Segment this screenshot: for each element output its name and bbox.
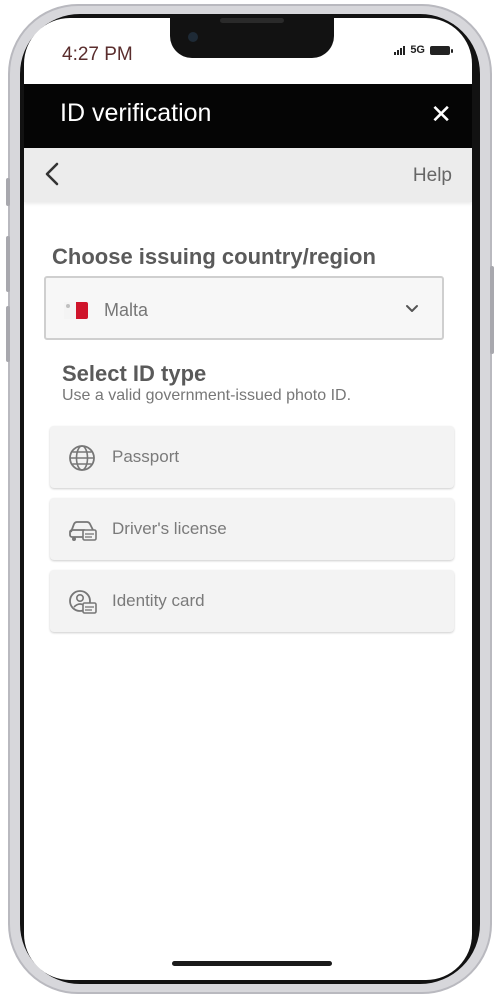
option-label: Identity card <box>112 591 205 610</box>
notch <box>170 18 334 58</box>
car-icon <box>68 516 98 549</box>
country-value: Malta <box>104 300 149 320</box>
signal-icon <box>394 45 406 55</box>
network-label: 5G <box>410 44 425 56</box>
battery-icon <box>430 45 453 55</box>
phone-screen: 4:27 PM 5G ID verification ✕ Help Choose… <box>24 18 472 980</box>
option-label: Passport <box>112 447 180 466</box>
chevron-left-icon[interactable] <box>44 161 60 192</box>
home-indicator[interactable] <box>172 961 332 966</box>
option-identity-card[interactable]: Identity card <box>50 570 454 632</box>
id-card-icon <box>68 588 98 621</box>
id-type-subtitle: Use a valid government-issued photo ID. <box>62 387 352 404</box>
volume-up-button <box>6 236 10 292</box>
globe-icon <box>68 444 96 477</box>
country-section-title: Choose issuing country/region <box>52 244 376 269</box>
chevron-down-icon <box>404 302 420 320</box>
side-button <box>6 178 10 206</box>
id-type-title: Select ID type <box>62 361 207 386</box>
title-bar: ID verification ✕ <box>24 84 472 148</box>
option-drivers-license[interactable]: Driver's license <box>50 498 454 560</box>
nav-bar: Help <box>24 148 472 202</box>
option-label: Driver's license <box>112 519 227 538</box>
help-link[interactable]: Help <box>413 165 452 187</box>
volume-down-button <box>6 306 10 362</box>
camera <box>188 32 198 42</box>
page-title: ID verification <box>60 99 212 127</box>
power-button <box>490 266 494 354</box>
malta-flag-icon <box>64 302 88 319</box>
country-dropdown[interactable]: Malta <box>44 276 444 340</box>
close-icon[interactable]: ✕ <box>430 101 452 127</box>
speaker <box>220 18 284 23</box>
status-time: 4:27 PM <box>62 44 133 65</box>
status-indicators: 5G <box>394 44 453 56</box>
option-passport[interactable]: Passport <box>50 426 454 488</box>
